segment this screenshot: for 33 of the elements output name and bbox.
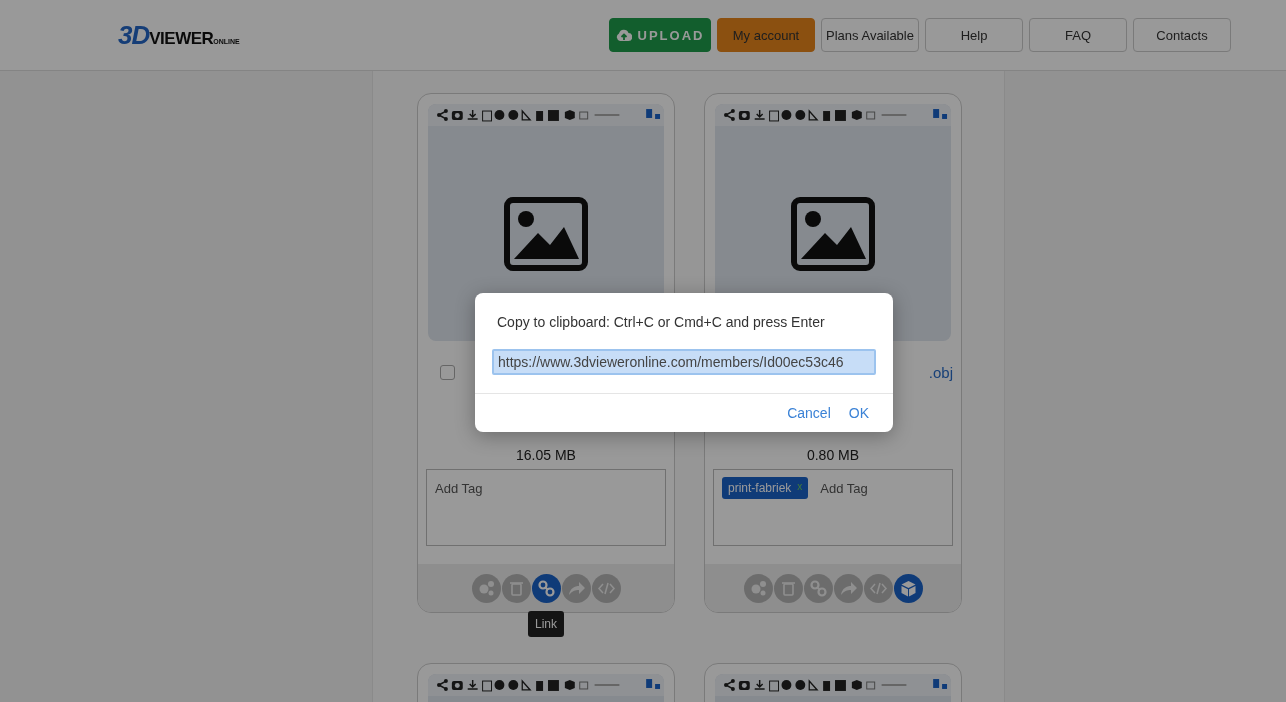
- delete-button[interactable]: [773, 573, 803, 603]
- embed-button[interactable]: [863, 573, 893, 603]
- file-size: 0.80 MB: [805, 447, 861, 463]
- tag-chip: print-fabriek x: [722, 477, 809, 499]
- upload-button[interactable]: UPLOAD: [609, 18, 711, 52]
- image-icon: [504, 196, 588, 271]
- cloud-upload-icon: [615, 28, 632, 42]
- settings-button[interactable]: [471, 573, 501, 603]
- share-button[interactable]: [833, 573, 863, 603]
- url-field[interactable]: https://www.3dvieweronline.com/members/Id00ec53c46: [492, 349, 876, 375]
- nav-button[interactable]: My account: [717, 18, 815, 52]
- link-icon: [807, 577, 829, 599]
- nav-button[interactable]: Help: [925, 18, 1023, 52]
- file-size: 16.05 MB: [515, 447, 577, 463]
- embed-button[interactable]: [591, 573, 621, 603]
- share-button[interactable]: [561, 573, 591, 603]
- tag-field[interactable]: Add Tag: [426, 469, 666, 546]
- dialog-message: Copy to clipboard: Ctrl+C or Cmd+C and press Enter: [496, 313, 826, 330]
- tag-field[interactable]: print-fabriek x Add Tag: [713, 469, 953, 546]
- link-button[interactable]: [803, 573, 833, 603]
- delete-button[interactable]: [501, 573, 531, 603]
- settings-button[interactable]: [743, 573, 773, 603]
- file-name-link[interactable]: .obj: [928, 363, 953, 381]
- dialog-button[interactable]: Cancel: [787, 405, 831, 421]
- nav-button[interactable]: Contacts: [1133, 18, 1231, 52]
- view3d-button[interactable]: [893, 573, 923, 603]
- nav-button[interactable]: Plans Available: [821, 18, 919, 52]
- image-icon: [791, 196, 875, 271]
- select-checkbox[interactable]: [440, 364, 455, 380]
- link-icon: [535, 577, 557, 599]
- dialog-button[interactable]: OK: [848, 405, 869, 421]
- tooltip: Link: [528, 610, 564, 637]
- nav-button[interactable]: FAQ: [1029, 18, 1127, 52]
